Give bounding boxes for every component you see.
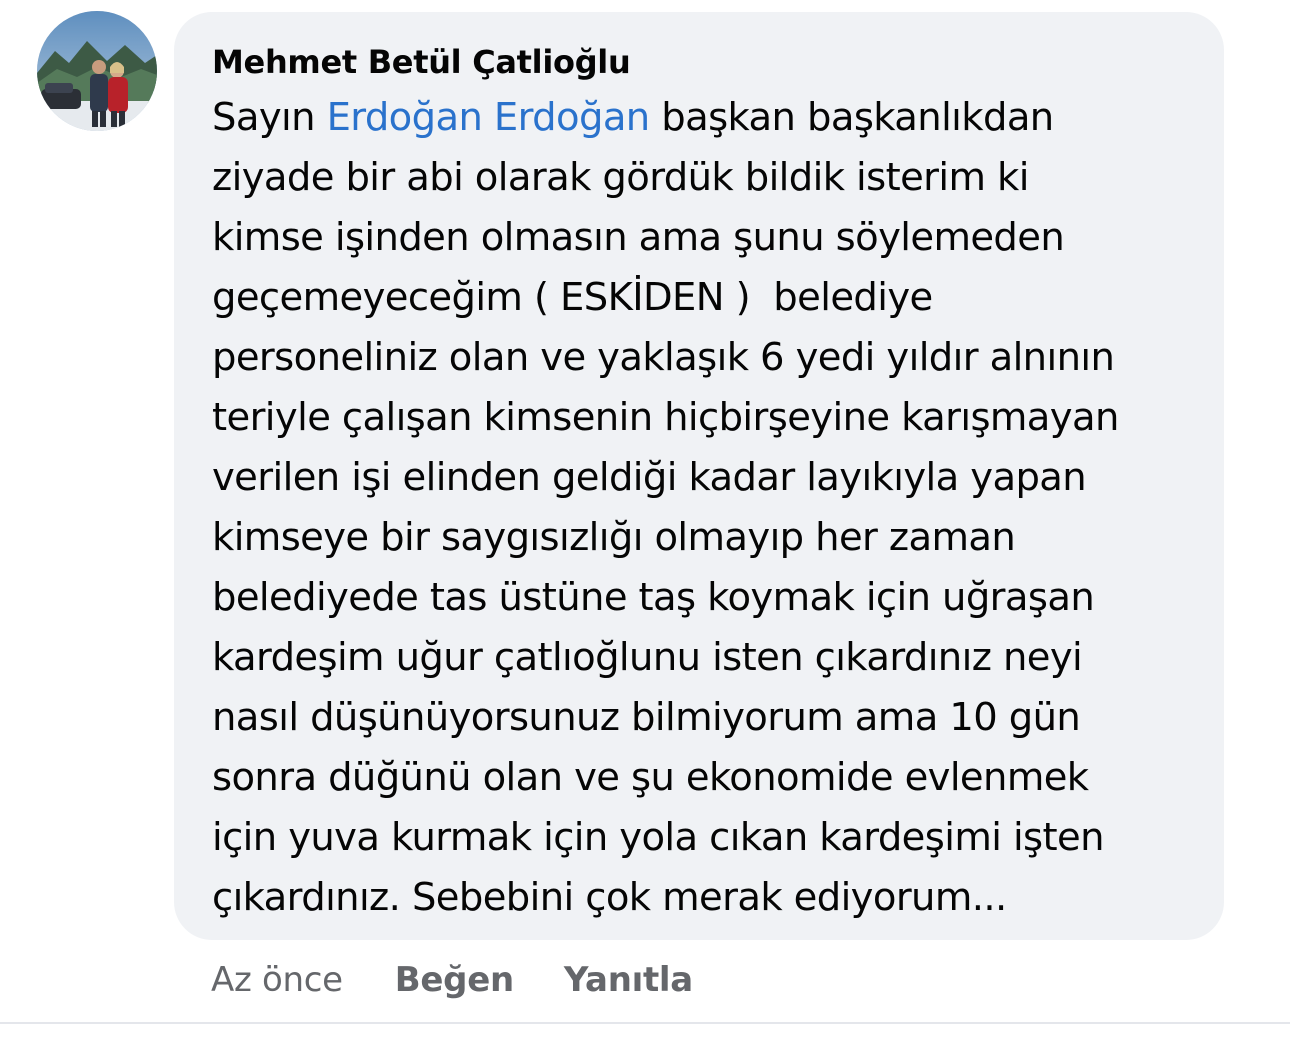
- comment-body-line: kimseye bir saygısızlığı olmayıp her zam…: [212, 515, 1016, 560]
- comment-bubble: Mehmet Betül Çatlioğlu Sayın Erdoğan Erd…: [174, 12, 1224, 940]
- reply-button[interactable]: Yanıtla: [564, 960, 693, 1000]
- comment-body-line: ziyade bir abi olarak gördük bildik iste…: [212, 155, 1029, 200]
- comment-text: başkan başkanlıkdan: [649, 95, 1054, 140]
- divider: [0, 1022, 1290, 1024]
- comment-body-line: kimse işinden olmasın ama şunu söylemede…: [212, 215, 1065, 260]
- comment-body-line: için yuva kurmak için yola cıkan kardeşi…: [212, 815, 1105, 860]
- comment-body-line: sonra düğünü olan ve şu ekonomide evlenm…: [212, 755, 1089, 800]
- comment-body-line: belediyede tas üstüne taş koymak için uğ…: [212, 575, 1095, 620]
- comment-body-line: geçemeyeceğim ( ESKİDEN ) belediye: [212, 275, 933, 320]
- like-button[interactable]: Beğen: [395, 960, 514, 1000]
- comment: Mehmet Betül Çatlioğlu Sayın Erdoğan Erd…: [0, 0, 1290, 1038]
- comment-body-line: çıkardınız. Sebebini çok merak ediyorum.…: [212, 875, 1007, 920]
- comment-body-line: verilen işi elinden geldiği kadar layıkı…: [212, 455, 1087, 500]
- comment-actions: Az önce Beğen Yanıtla: [211, 956, 693, 1004]
- comment-author[interactable]: Mehmet Betül Çatlioğlu: [212, 40, 1194, 84]
- avatar-photo-icon: [37, 11, 157, 131]
- comment-body-line: personeliniz olan ve yaklaşık 6 yedi yıl…: [212, 335, 1115, 380]
- comment-body-line: kardeşim uğur çatlıoğlunu isten çıkardın…: [212, 635, 1083, 680]
- comment-body-line: Sayın Erdoğan Erdoğan başkan başkanlıkda…: [212, 88, 1194, 148]
- comment-text: Sayın: [212, 95, 327, 140]
- comment-body-line: nasıl düşünüyorsunuz bilmiyorum ama 10 g…: [212, 695, 1081, 740]
- comment-body-line: teriyle çalışan kimsenin hiçbirşeyine ka…: [212, 395, 1119, 440]
- avatar[interactable]: [37, 11, 157, 131]
- comment-timestamp[interactable]: Az önce: [211, 960, 343, 1000]
- comment-body: Sayın Erdoğan Erdoğan başkan başkanlıkda…: [212, 88, 1194, 928]
- mention-link[interactable]: Erdoğan Erdoğan: [327, 95, 651, 140]
